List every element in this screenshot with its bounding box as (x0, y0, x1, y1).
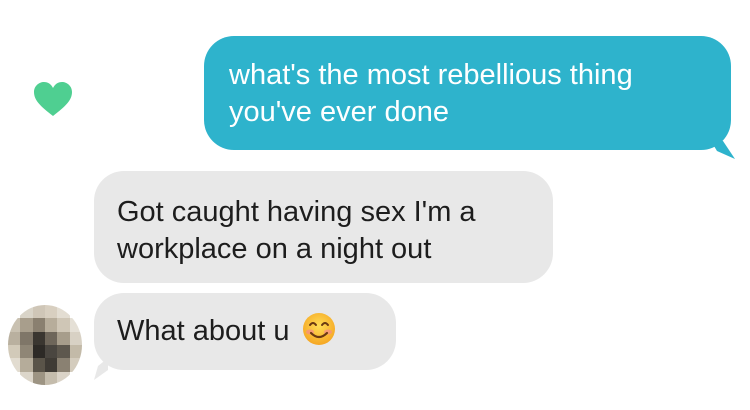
message-line: what's the most rebellious thing (229, 59, 633, 91)
message-line: you've ever done (229, 96, 449, 128)
received-message-bubble[interactable]: What about u (94, 293, 396, 370)
message-text: What about u (117, 315, 290, 347)
like-heart-icon[interactable] (32, 80, 74, 118)
message-line: Got caught having sex I'm a (117, 196, 476, 228)
message-line: workplace on a night out (117, 233, 432, 265)
received-bubble-tail (94, 358, 108, 380)
received-message-bubble[interactable]: Got caught having sex I'm a workplace on… (94, 171, 553, 283)
sent-message-bubble[interactable]: what's the most rebellious thing you've … (204, 36, 731, 150)
smiling-face-emoji-icon (302, 313, 335, 346)
avatar[interactable] (8, 305, 82, 385)
sent-bubble-tail (711, 141, 735, 159)
